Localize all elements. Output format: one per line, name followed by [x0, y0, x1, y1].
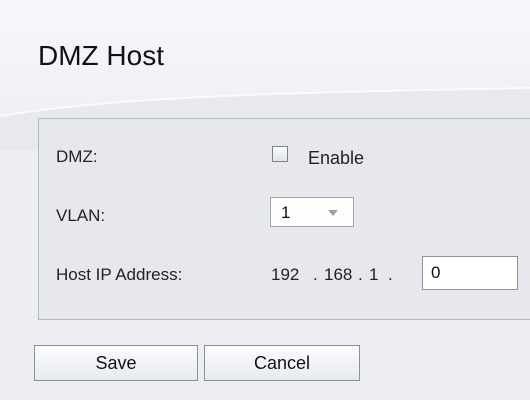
ip-separator-1: . [313, 265, 318, 284]
vlan-label: VLAN: [56, 206, 106, 225]
cancel-button[interactable]: Cancel [204, 345, 360, 381]
ip-octet-3: 1 [369, 265, 379, 284]
dmz-enable-checkbox[interactable] [272, 146, 288, 162]
page-title: DMZ Host [38, 40, 164, 71]
dmz-label: DMZ: [56, 147, 98, 166]
vlan-selected-value: 1 [281, 203, 291, 222]
chevron-down-icon [328, 210, 338, 216]
ip-separator-2: . [358, 265, 363, 284]
host-ip-label: Host IP Address: [56, 265, 183, 284]
vlan-select[interactable]: 1 [270, 197, 354, 227]
dmz-enable-label[interactable]: Enable [308, 148, 364, 169]
ip-octet-2: 168 [324, 265, 353, 284]
save-button[interactable]: Save [34, 345, 198, 381]
host-ip-last-octet-input[interactable] [423, 257, 517, 289]
ip-octet-1: 192 [271, 265, 300, 284]
host-ip-last-octet-wrapper [422, 256, 518, 290]
ip-separator-3: . [388, 265, 393, 284]
